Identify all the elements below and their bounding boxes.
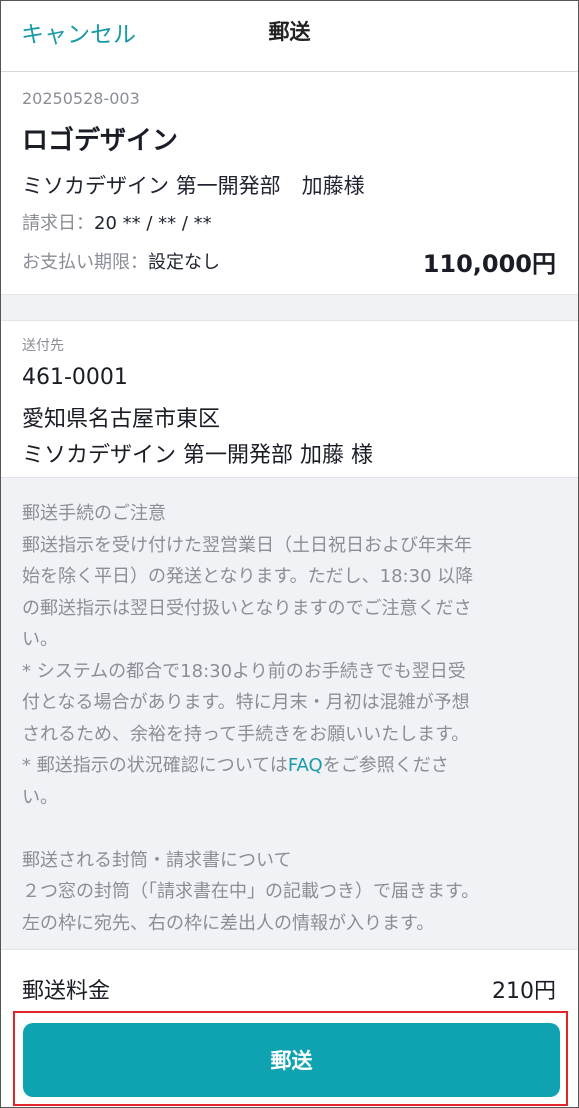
destination-zip: 461-0001 [22, 365, 128, 390]
notes-heading: 郵送手続のご注意 [22, 503, 166, 524]
postage-fee-row: 郵送料金 210円 [1, 949, 578, 1011]
send-button-highlight: 郵送 [13, 1011, 568, 1106]
notes-line: 始を除く平日）の発送となります。ただし、18:30 以降 [22, 566, 474, 587]
notes-line: 郵送指示を受け付けた翌営業日（土日祝日および年末年 [22, 534, 472, 556]
envelope-heading: 郵送される封筒・請求書について [22, 849, 292, 871]
nav-header: キャンセル 郵送 [1, 1, 578, 72]
invoice-summary: 20250528-003 ロゴデザイン ミソカデザイン 第一開発部 加藤様 請求… [1, 72, 578, 294]
invoice-due-value: 設定なし [148, 252, 220, 273]
notes-line: の郵送指示は翌日受付扱いとなりますのでご注意くださ [22, 597, 472, 619]
destination-name: ミソカデザイン 第一開発部 加藤 様 [22, 443, 373, 468]
notes-line: 付となる場合があります。特に月末・月初は混雑が予想 [22, 692, 470, 713]
faq-link[interactable]: FAQ [288, 755, 323, 776]
notes-line-faq: * 郵送指示の状況確認についてはFAQをご参照くださ [22, 750, 557, 782]
invoice-date-value: 20 ** / ** / ** [94, 213, 212, 234]
notes-line: 左の枠に宛先、右の枠に差出人の情報が入ります。 [22, 912, 435, 934]
page-title: 郵送 [268, 20, 311, 44]
invoice-amount: 110,000円 [422, 250, 556, 278]
notes-spacer [22, 813, 557, 845]
postage-fee-label: 郵送料金 [22, 979, 111, 1004]
mailing-notes[interactable]: 郵送手続のご注意 郵送指示を受け付けた翌営業日（土日祝日および年末年 始を除く平… [1, 478, 578, 949]
notes-line: い。 [22, 629, 58, 650]
destination-section: 送付先 461-0001 愛知県名古屋市東区 ミソカデザイン 第一開発部 加藤 … [1, 321, 578, 478]
invoice-date: 請求日：20 ** / ** / ** [22, 209, 212, 235]
notes-content: 郵送手続のご注意 郵送指示を受け付けた翌営業日（土日祝日および年末年 始を除く平… [22, 498, 557, 939]
destination-address: 愛知県名古屋市東区 [22, 407, 221, 432]
notes-line: されるため、余裕を持って手続きをお願いいたします。 [22, 723, 470, 745]
notes-line: い。 [22, 786, 58, 808]
invoice-client: ミソカデザイン 第一開発部 加藤様 [22, 174, 365, 198]
destination-label: 送付先 [22, 338, 64, 354]
invoice-due: お支払い期限：設定なし [22, 248, 220, 274]
screen: キャンセル 郵送 20250528-003 ロゴデザイン ミソカデザイン 第一開… [0, 0, 579, 1108]
postage-fee-value: 210円 [492, 979, 556, 1004]
section-divider [1, 294, 578, 321]
notes-line: * システムの都合で18:30より前のお手続きでも翌日受 [22, 660, 466, 682]
notes-text: * 郵送指示の状況確認については [22, 755, 288, 776]
notes-line: ２つ窓の封筒（「請求書在中」の記載つき）で届きます。 [22, 881, 480, 902]
invoice-date-label: 請求日： [22, 213, 94, 234]
notes-text: をご参照くださ [322, 755, 449, 776]
invoice-title: ロゴデザイン [22, 126, 179, 156]
invoice-due-label: お支払い期限： [22, 252, 148, 273]
invoice-number: 20250528-003 [22, 89, 140, 108]
send-mail-button[interactable]: 郵送 [23, 1023, 560, 1097]
